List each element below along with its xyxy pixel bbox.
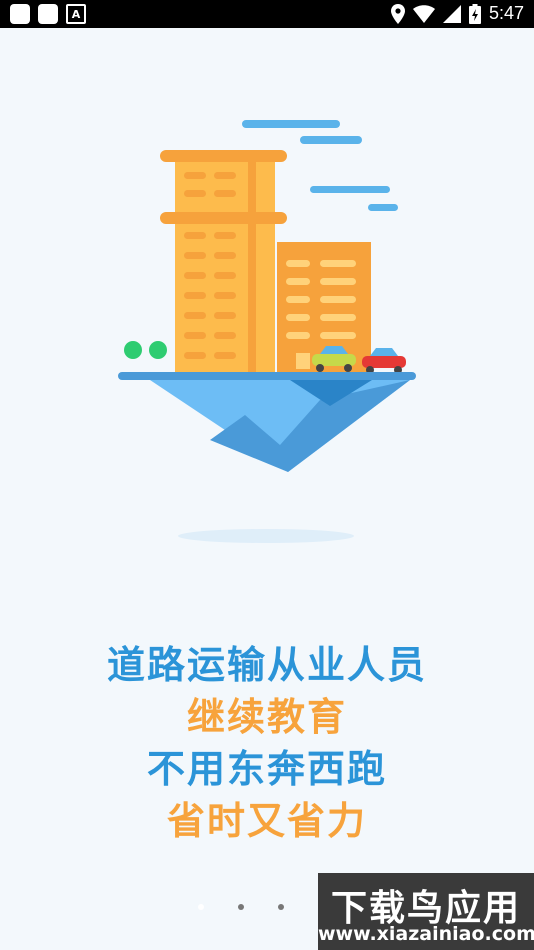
slogan-line-2: 继续教育	[186, 695, 347, 739]
watermark: 下载鸟应用 www.xiazainiao.com	[318, 873, 534, 950]
slogan-line-3: 不用东奔西跑	[146, 747, 387, 791]
slogan-line-1: 道路运输从业人员	[106, 643, 427, 687]
font-app-icon: A	[66, 4, 86, 24]
location-icon	[390, 3, 405, 24]
page-dot[interactable]	[278, 904, 284, 910]
watermark-url: www.xiazainiao.com	[318, 923, 534, 945]
notification-icon	[10, 4, 30, 24]
signal-icon	[442, 4, 461, 23]
city-island-illustration	[118, 120, 416, 543]
page-dot[interactable]	[198, 904, 204, 910]
wifi-icon	[412, 4, 435, 23]
clock: 5:47	[488, 3, 524, 23]
page-indicator	[198, 904, 284, 910]
notification-icon	[38, 4, 58, 24]
slogan-line-4: 省时又省力	[166, 799, 367, 843]
page-dot[interactable]	[238, 904, 244, 910]
battery-icon	[468, 3, 481, 24]
status-bar: A 5:47	[0, 0, 534, 28]
